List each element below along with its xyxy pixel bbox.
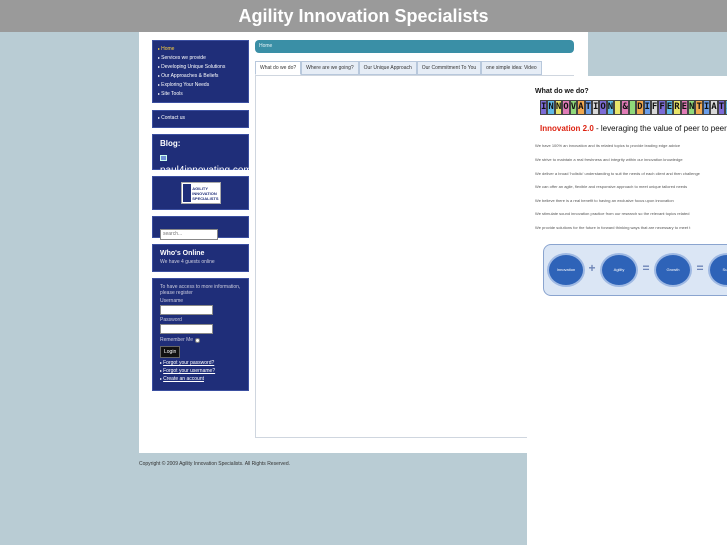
bullet-text: We deliver a broad 'holistic' understand… [535,171,700,176]
equals-icon: = [642,261,650,275]
tab-what-do-we-do[interactable]: What do we do? [255,61,302,75]
breadcrumb[interactable]: Home [255,40,574,53]
menu-item-home[interactable]: Home [158,44,248,53]
site-title: Agility Innovation Specialists [238,6,489,26]
password-field[interactable] [160,324,213,334]
menu-item-solutions[interactable]: Developing Unique Solutions [158,62,248,71]
equals-icon: = [696,261,704,275]
banner-letter: F [658,100,666,115]
banner-letter: I [702,100,711,115]
banner-letter: R [673,100,681,115]
blog-title: Blog: [160,139,181,148]
banner-letter: E [665,100,674,115]
menu-item-approaches[interactable]: Our Approaches & Beliefs [158,71,248,80]
banner-letter: A [577,100,585,115]
blog-box: Blog: paul4innovating.com [152,134,252,176]
banner-letter: I [540,100,548,115]
bullet-text: We have 100% an innovation and its relat… [535,143,681,148]
tab-video[interactable]: one simple idea: Video [481,61,542,75]
flow-step: Agility [600,253,638,287]
copyright: Copyright © 2009 Agility Innovation Spec… [139,461,290,467]
innovation-banner: INNOVATION&DIFFERENTIATIO [540,100,727,115]
forgot-password-link[interactable]: Forgot your password? [163,360,214,366]
banner-letter: I [591,100,600,115]
login-box: To have access to more information, plea… [152,278,249,391]
menu-item-services[interactable]: Services we provide [158,53,248,62]
flow-step: Growth [654,253,692,287]
banner-letter: A [710,100,718,115]
banner-letter: I [643,100,651,115]
popup-title: What do we do? [535,88,589,95]
whos-online-box: Who's Online We have 4 guests online [152,244,249,272]
tab-where-are-we-going[interactable]: Where are we going? [301,61,359,75]
menu-item-site-tools[interactable]: Site Tools [158,89,248,98]
content-popup: What do we do? INNOVATION&DIFFERENTIATIO… [527,76,727,545]
flow-step: Succ [708,253,727,287]
tab-unique-approach[interactable]: Our Unique Approach [358,61,417,75]
process-diagram: Innovation + Agility = Growth = Succ [543,244,727,296]
banner-letter: N [547,100,555,115]
bullet-text: We provide solutions for the future in f… [535,225,691,230]
main-menu: Home Services we provide Developing Uniq… [152,40,249,103]
left-column: Home Services we provide Developing Uniq… [152,40,252,397]
banner-letter: T [584,100,592,115]
username-label: Username [160,298,184,304]
whos-online-title: Who's Online [160,250,205,257]
banner-letter: E [680,100,689,115]
contact-link[interactable]: Contact us [152,110,249,128]
banner-letter [614,100,622,115]
create-account-link[interactable]: Create an account [163,376,204,382]
bullet-text: We strive to maintain a real freshness a… [535,157,683,162]
banner-letter: O [562,100,570,115]
blog-icon [160,155,167,161]
search-input[interactable] [160,228,218,240]
plus-icon: + [588,261,596,275]
login-button[interactable]: Login [160,346,181,358]
search-box [152,216,249,240]
bullet-text: We stimulate sound innovation practice f… [535,211,690,216]
banner-letter: N [606,100,615,115]
banner-letter: F [650,100,659,115]
agility-logo[interactable]: AGILITY INNOVATION SPECIALISTS [180,182,221,204]
menu-item-needs[interactable]: Exploring Your Needs [158,80,248,89]
content-tabs: What do we do? Where are we going? Our U… [255,61,542,75]
username-field[interactable] [160,305,213,315]
logo-mark-icon [182,184,192,202]
banner-letter: N [554,100,563,115]
bullet-text: We believe there is a real benefit to ha… [535,198,674,203]
password-label: Password [160,317,182,323]
banner-letter: N [688,100,696,115]
banner-letter: V [569,100,578,115]
forgot-username-link[interactable]: Forgot your username? [163,368,215,374]
banner-letter: T [695,100,703,115]
banner-letter: & [621,100,629,115]
remember-me-label: Remember Me [160,337,194,343]
blog-link[interactable]: paul4innovating.com [160,166,252,176]
bullet-text: We can offer an agile, flexible and resp… [535,184,688,189]
remember-me-checkbox[interactable] [195,337,201,343]
logo-box: AGILITY INNOVATION SPECIALISTS [152,176,249,210]
popup-headline: Innovation 2.0 - leveraging the value of… [540,124,727,133]
banner-letter: O [599,100,607,115]
login-intro: To have access to more information, plea… [160,284,241,296]
banner-letter [628,100,637,115]
tab-commitment[interactable]: Our Commitment To You [416,61,482,75]
banner-letter: T [717,100,726,115]
banner-letter: D [636,100,644,115]
flow-step: Innovation [547,253,585,287]
whos-online-status: We have 4 guests online [160,259,215,265]
